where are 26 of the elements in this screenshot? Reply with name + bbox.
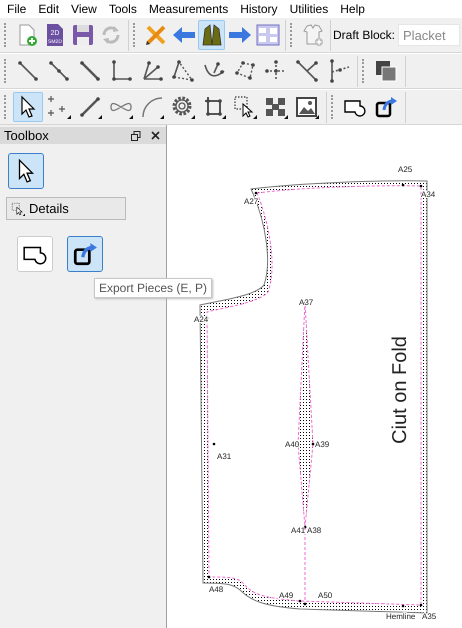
menu-item[interactable]: File: [1, 0, 32, 16]
draft-block-dropdown[interactable]: Placket: [398, 24, 460, 46]
point-label: A40: [285, 440, 300, 449]
draft-block-label: Draft Block:: [333, 28, 396, 42]
point-label: A35: [422, 612, 436, 621]
point-label: Hemline: [386, 612, 416, 621]
point-label: A37: [299, 298, 314, 307]
point-label: A25: [398, 165, 412, 174]
menu-item[interactable]: History: [234, 0, 284, 16]
point-label: A49: [279, 591, 294, 600]
details-button[interactable]: Details: [6, 197, 126, 220]
menu-item[interactable]: View: [65, 0, 103, 16]
point-label: A31: [217, 452, 232, 461]
menu-item[interactable]: Help: [334, 0, 371, 16]
point-label: A50: [318, 591, 332, 600]
point-label: A39: [315, 440, 330, 449]
fold-label: Ciut on Fold: [389, 336, 411, 444]
menu-item[interactable]: Utilities: [284, 0, 334, 16]
menu-item[interactable]: Edit: [32, 0, 66, 16]
point-label: A48: [209, 585, 224, 594]
tooltip: Export Pieces (E, P): [94, 278, 212, 298]
menu-item[interactable]: Measurements: [142, 0, 234, 16]
point-label: A38: [307, 526, 322, 535]
menu-item[interactable]: Tools: [102, 0, 143, 16]
point-label: A41: [291, 526, 306, 535]
toolbox-title: Toolbox: [4, 128, 50, 143]
